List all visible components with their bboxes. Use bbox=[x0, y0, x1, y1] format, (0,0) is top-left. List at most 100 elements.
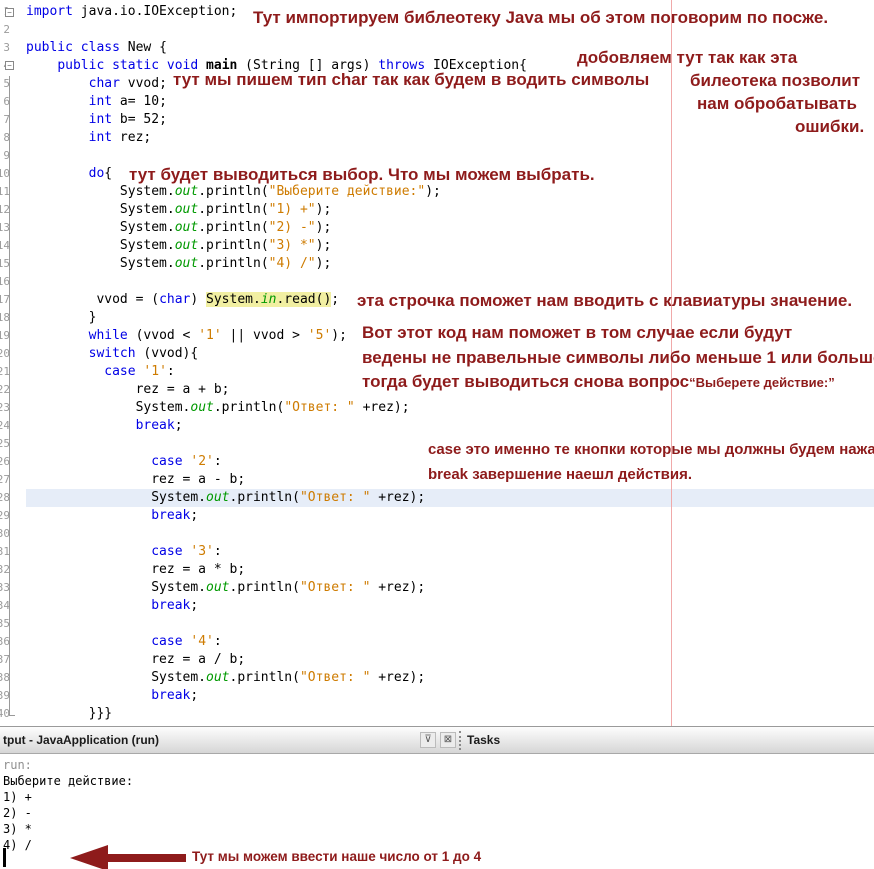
line-number[interactable]: 10 bbox=[0, 165, 10, 183]
code-line[interactable]: 9 bbox=[0, 147, 874, 165]
clear-output-icon[interactable]: ⊠ bbox=[440, 732, 456, 748]
code-line[interactable]: 11 System.out.println("Выберите действие… bbox=[0, 183, 874, 201]
fold-column bbox=[10, 345, 26, 363]
fold-column bbox=[10, 165, 26, 183]
line-number[interactable]: 35 bbox=[0, 615, 10, 633]
line-number[interactable]: 3 bbox=[0, 39, 10, 57]
output-panel-titlebar[interactable]: tput - JavaApplication (run) ⊽ ⊠ Tasks bbox=[0, 727, 874, 754]
console-output[interactable]: run:Выберите действие:1) +2) -3) *4) / Т… bbox=[0, 754, 874, 869]
code-line[interactable]: 24 break; bbox=[0, 417, 874, 435]
fold-column bbox=[10, 471, 26, 489]
line-number[interactable]: 15 bbox=[0, 255, 10, 273]
line-number[interactable]: 25 bbox=[0, 435, 10, 453]
line-number[interactable]: 7 bbox=[0, 111, 10, 129]
fold-toggle-icon[interactable]: − bbox=[5, 8, 14, 17]
code-text bbox=[26, 147, 874, 165]
code-line[interactable]: 28 System.out.println("Ответ: " +rez); bbox=[0, 489, 874, 507]
line-number[interactable]: 23 bbox=[0, 399, 10, 417]
annotation-lib-note-line: ошибки. bbox=[795, 117, 864, 137]
line-number[interactable]: 14 bbox=[0, 237, 10, 255]
code-line[interactable]: 33 System.out.println("Ответ: " +rez); bbox=[0, 579, 874, 597]
code-line[interactable]: 35 bbox=[0, 615, 874, 633]
tab-tasks[interactable]: Tasks bbox=[467, 733, 500, 747]
code-line[interactable]: 23 System.out.println("Ответ: " +rez); bbox=[0, 399, 874, 417]
line-number[interactable]: 30 bbox=[0, 525, 10, 543]
fold-column bbox=[10, 525, 26, 543]
line-number[interactable]: 2 bbox=[0, 21, 10, 39]
fold-column bbox=[10, 21, 26, 39]
code-line[interactable]: 38 System.out.println("Ответ: " +rez); bbox=[0, 669, 874, 687]
code-text: System.out.println("2) -"); bbox=[26, 219, 874, 237]
code-text: rez = a / b; bbox=[26, 651, 874, 669]
line-number[interactable]: 26 bbox=[0, 453, 10, 471]
code-line[interactable]: 15 System.out.println("4) /"); bbox=[0, 255, 874, 273]
code-line[interactable]: 12 System.out.println("1) +"); bbox=[0, 201, 874, 219]
console-lines: run:Выберите действие:1) +2) -3) *4) / bbox=[3, 757, 133, 853]
annotation-while-note: Вот этот код нам поможет в том случае ес… bbox=[362, 321, 874, 396]
annotation-while-note-quote: “Выберете действие:” bbox=[689, 375, 835, 390]
line-number[interactable]: 40 bbox=[0, 705, 10, 723]
line-number[interactable]: 18 bbox=[0, 309, 10, 327]
filter-icon[interactable]: ⊽ bbox=[420, 732, 436, 748]
console-line: 1) + bbox=[3, 789, 133, 805]
line-number[interactable]: 28 bbox=[0, 489, 10, 507]
code-editor[interactable]: 1import java.io.IOException;23public cla… bbox=[0, 0, 874, 726]
code-line[interactable]: 29 break; bbox=[0, 507, 874, 525]
annotation-lib-note-line: нам обробатывать bbox=[697, 94, 857, 114]
code-line[interactable]: 14 System.out.println("3) *"); bbox=[0, 237, 874, 255]
line-number[interactable]: 39 bbox=[0, 687, 10, 705]
line-number[interactable]: 17 bbox=[0, 291, 10, 309]
code-line[interactable]: 36 case '4': bbox=[0, 633, 874, 651]
line-number[interactable]: 16 bbox=[0, 273, 10, 291]
code-text bbox=[26, 273, 874, 291]
code-text: int rez; bbox=[26, 129, 874, 147]
fold-column bbox=[10, 687, 26, 705]
fold-column bbox=[10, 39, 26, 57]
line-number[interactable]: 11 bbox=[0, 183, 10, 201]
code-text: case '3': bbox=[26, 543, 874, 561]
line-number[interactable]: 34 bbox=[0, 597, 10, 615]
line-number[interactable]: 6 bbox=[0, 93, 10, 111]
code-line[interactable]: 16 bbox=[0, 273, 874, 291]
fold-toggle-icon[interactable]: − bbox=[5, 61, 14, 70]
line-number[interactable]: 29 bbox=[0, 507, 10, 525]
line-number[interactable]: 8 bbox=[0, 129, 10, 147]
code-line[interactable]: 31 case '3': bbox=[0, 543, 874, 561]
code-text: break; bbox=[26, 417, 874, 435]
line-number[interactable]: 27 bbox=[0, 471, 10, 489]
console-line: Выберите действие: bbox=[3, 773, 133, 789]
line-number[interactable]: 12 bbox=[0, 201, 10, 219]
code-line[interactable]: 32 rez = a * b; bbox=[0, 561, 874, 579]
line-number[interactable]: 32 bbox=[0, 561, 10, 579]
annotation-lib-note-line: билеотека позволит bbox=[690, 71, 860, 91]
code-line[interactable]: 39 break; bbox=[0, 687, 874, 705]
code-line[interactable]: 40 }}} bbox=[0, 705, 874, 723]
fold-column bbox=[10, 183, 26, 201]
line-number[interactable]: 19 bbox=[0, 327, 10, 345]
line-number[interactable]: 5 bbox=[0, 75, 10, 93]
line-number[interactable]: 33 bbox=[0, 579, 10, 597]
line-number[interactable]: 37 bbox=[0, 651, 10, 669]
toolbar-grip bbox=[459, 731, 461, 750]
output-panel-title: tput - JavaApplication (run) bbox=[3, 733, 159, 747]
line-number[interactable]: 9 bbox=[0, 147, 10, 165]
fold-column bbox=[10, 633, 26, 651]
line-number[interactable]: 21 bbox=[0, 363, 10, 381]
line-number[interactable]: 22 bbox=[0, 381, 10, 399]
code-line[interactable]: 37 rez = a / b; bbox=[0, 651, 874, 669]
code-line[interactable]: 34 break; bbox=[0, 597, 874, 615]
line-number[interactable]: 13 bbox=[0, 219, 10, 237]
code-line[interactable]: 30 bbox=[0, 525, 874, 543]
annotation-while-note-line: Вот этот код нам поможет в том случае ес… bbox=[362, 321, 874, 346]
code-line[interactable]: 8 int rez; bbox=[0, 129, 874, 147]
line-number[interactable]: 20 bbox=[0, 345, 10, 363]
code-line[interactable]: 13 System.out.println("2) -"); bbox=[0, 219, 874, 237]
fold-column bbox=[10, 453, 26, 471]
line-number[interactable]: 24 bbox=[0, 417, 10, 435]
line-number[interactable]: 36 bbox=[0, 633, 10, 651]
fold-column bbox=[10, 579, 26, 597]
annotation-case-note: case это именно те кнопки которые мы дол… bbox=[428, 441, 874, 458]
line-number[interactable]: 38 bbox=[0, 669, 10, 687]
line-number[interactable]: 31 bbox=[0, 543, 10, 561]
fold-column bbox=[10, 237, 26, 255]
